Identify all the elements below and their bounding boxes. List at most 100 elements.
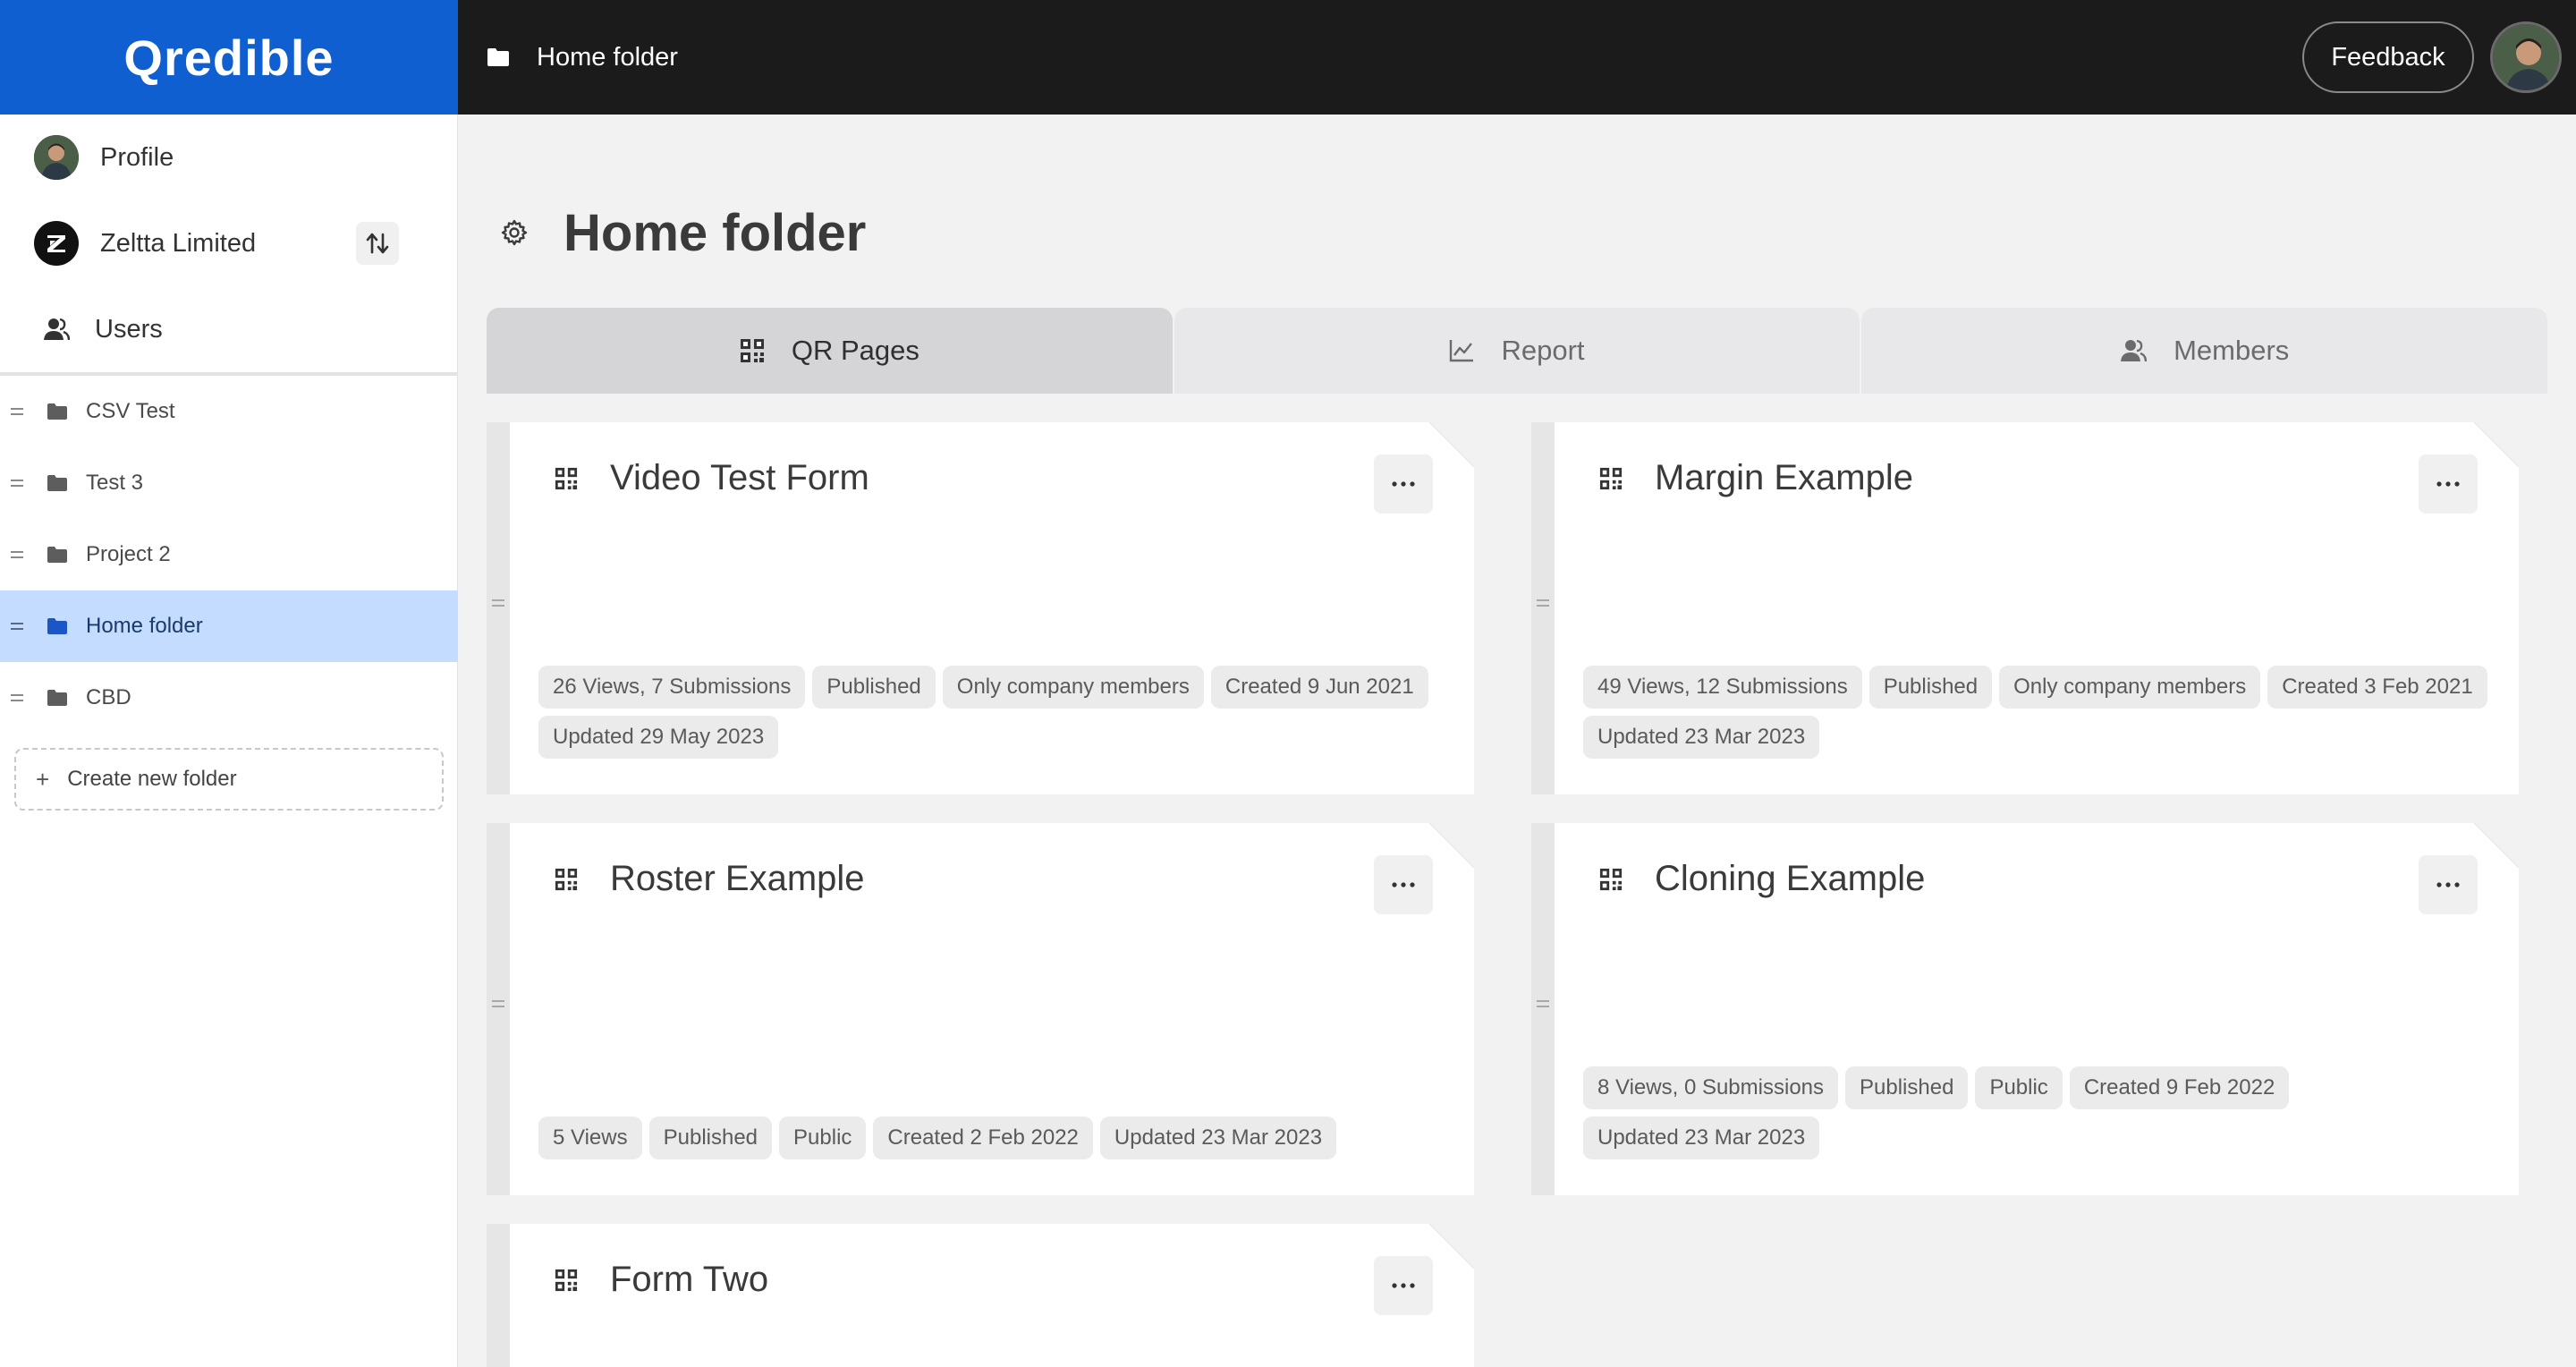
visibility-badge: Public	[1975, 1066, 2063, 1109]
card-drag-strip[interactable]	[1531, 823, 1555, 1195]
brand-logo[interactable]: Qredible	[0, 0, 458, 115]
card-title[interactable]: Margin Example	[1655, 458, 1913, 498]
card-drag-strip[interactable]	[487, 823, 510, 1195]
switch-organization-button[interactable]	[356, 222, 399, 265]
folder-item-csv-test[interactable]: CSV Test	[0, 376, 458, 447]
drag-handle-icon[interactable]	[11, 551, 23, 558]
status-badge: Published	[648, 1117, 773, 1159]
tab-members[interactable]: Members	[1861, 308, 2548, 394]
created-badge: Created 2 Feb 2022	[873, 1117, 1093, 1159]
card-drag-strip[interactable]	[487, 422, 510, 794]
drag-handle-icon	[492, 599, 504, 607]
status-badge: Published	[1845, 1066, 1969, 1109]
folder-item-test-3[interactable]: Test 3	[0, 447, 458, 519]
more-options-button[interactable]	[2419, 454, 2478, 514]
updated-badge: Updated 29 May 2023	[538, 716, 779, 759]
folder-icon	[47, 690, 67, 706]
stats-badge: 5 Views	[538, 1117, 642, 1159]
folder-label: Home folder	[86, 614, 203, 638]
ellipsis-icon	[1392, 1283, 1415, 1288]
folder-icon	[47, 475, 67, 491]
create-folder-label: Create new folder	[67, 767, 237, 791]
folder-icon	[47, 618, 67, 634]
qr-page-card[interactable]: Form Two	[487, 1224, 1474, 1367]
ellipsis-icon	[1392, 481, 1415, 487]
users-icon	[44, 318, 70, 341]
qr-icon	[1599, 868, 1623, 891]
folder-label: CSV Test	[86, 399, 175, 423]
tab-label: QR Pages	[791, 335, 919, 366]
avatar	[34, 135, 79, 180]
page-fold-icon	[1429, 1224, 1474, 1269]
page-fold-icon	[2474, 823, 2519, 868]
qr-page-card[interactable]: Margin Example 49 Views, 12 Submissions …	[1531, 422, 2519, 794]
stats-badge: 8 Views, 0 Submissions	[1583, 1066, 1839, 1109]
card-drag-strip[interactable]	[487, 1224, 510, 1367]
chart-icon	[1450, 340, 1474, 362]
created-badge: Created 9 Feb 2022	[2069, 1066, 2290, 1109]
created-badge: Created 3 Feb 2021	[2267, 666, 2487, 709]
stats-badge: 49 Views, 12 Submissions	[1583, 666, 1862, 709]
folder-icon	[47, 403, 67, 420]
card-title[interactable]: Roster Example	[610, 859, 865, 899]
sidebar-item-profile[interactable]: Profile	[0, 115, 458, 200]
card-title[interactable]: Form Two	[610, 1260, 768, 1300]
sidebar-item-users[interactable]: Users	[0, 286, 458, 372]
sidebar-item-label: Zeltta Limited	[100, 228, 257, 258]
qr-page-card[interactable]: Cloning Example 8 Views, 0 Submissions P…	[1531, 823, 2519, 1195]
folder-item-cbd[interactable]: CBD	[0, 662, 458, 734]
qr-page-card[interactable]: Roster Example 5 Views Published Public …	[487, 823, 1474, 1195]
qr-icon	[555, 868, 578, 891]
updated-badge: Updated 23 Mar 2023	[1583, 1117, 1820, 1159]
folder-item-home-folder[interactable]: Home folder	[0, 590, 458, 662]
card-drag-strip[interactable]	[1531, 422, 1555, 794]
status-badge: Published	[812, 666, 936, 709]
page-fold-icon	[1429, 823, 1474, 868]
tab-qr-pages[interactable]: QR Pages	[487, 308, 1173, 394]
drag-handle-icon[interactable]	[11, 623, 23, 630]
swap-icon	[366, 233, 389, 254]
drag-handle-icon	[1537, 1000, 1549, 1007]
qr-icon	[555, 467, 578, 490]
more-options-button[interactable]	[1374, 855, 1433, 914]
folder-item-project-2[interactable]: Project 2	[0, 519, 458, 590]
card-title[interactable]: Video Test Form	[610, 458, 869, 498]
qr-icon	[555, 1269, 578, 1292]
more-options-button[interactable]	[1374, 454, 1433, 514]
folder-icon	[487, 48, 509, 66]
tab-report[interactable]: Report	[1174, 308, 1860, 394]
avatar-image	[2493, 24, 2559, 90]
sidebar-item-organization[interactable]: Zeltta Limited	[0, 200, 458, 286]
created-badge: Created 9 Jun 2021	[1210, 666, 1428, 709]
qr-icon	[740, 339, 764, 362]
qr-page-card[interactable]: Video Test Form 26 Views, 7 Submissions …	[487, 422, 1474, 794]
settings-gear-icon[interactable]	[501, 219, 528, 246]
drag-handle-icon[interactable]	[11, 694, 23, 701]
members-icon	[2121, 339, 2148, 362]
drag-handle-icon	[1537, 599, 1549, 607]
feedback-button[interactable]: Feedback	[2302, 21, 2474, 93]
ellipsis-icon	[1392, 882, 1415, 887]
content-tabs: QR Pages Report Members	[487, 308, 2548, 394]
more-options-button[interactable]	[1374, 1256, 1433, 1315]
drag-handle-icon[interactable]	[11, 408, 23, 415]
tab-label: Members	[2174, 335, 2290, 366]
card-tags: 8 Views, 0 Submissions Published Public …	[1583, 1066, 2496, 1159]
folder-icon	[47, 547, 67, 563]
user-avatar[interactable]	[2490, 21, 2562, 93]
page-fold-icon	[1429, 422, 1474, 467]
more-options-button[interactable]	[2419, 855, 2478, 914]
create-folder-button[interactable]: + Create new folder	[14, 748, 444, 811]
folder-label: Test 3	[86, 471, 144, 495]
tab-label: Report	[1501, 335, 1585, 366]
page-fold-icon	[2474, 422, 2519, 467]
drag-handle-icon[interactable]	[11, 480, 23, 487]
qr-icon	[1599, 467, 1623, 490]
drag-handle-icon	[492, 1000, 504, 1007]
visibility-badge: Only company members	[1999, 666, 2261, 709]
page-header: Home folder	[483, 197, 866, 268]
top-bar: Qredible Home folder Feedback	[0, 0, 2576, 115]
brand-name: Qredible	[123, 29, 335, 86]
card-title[interactable]: Cloning Example	[1655, 859, 1925, 899]
ellipsis-icon	[2436, 882, 2460, 887]
